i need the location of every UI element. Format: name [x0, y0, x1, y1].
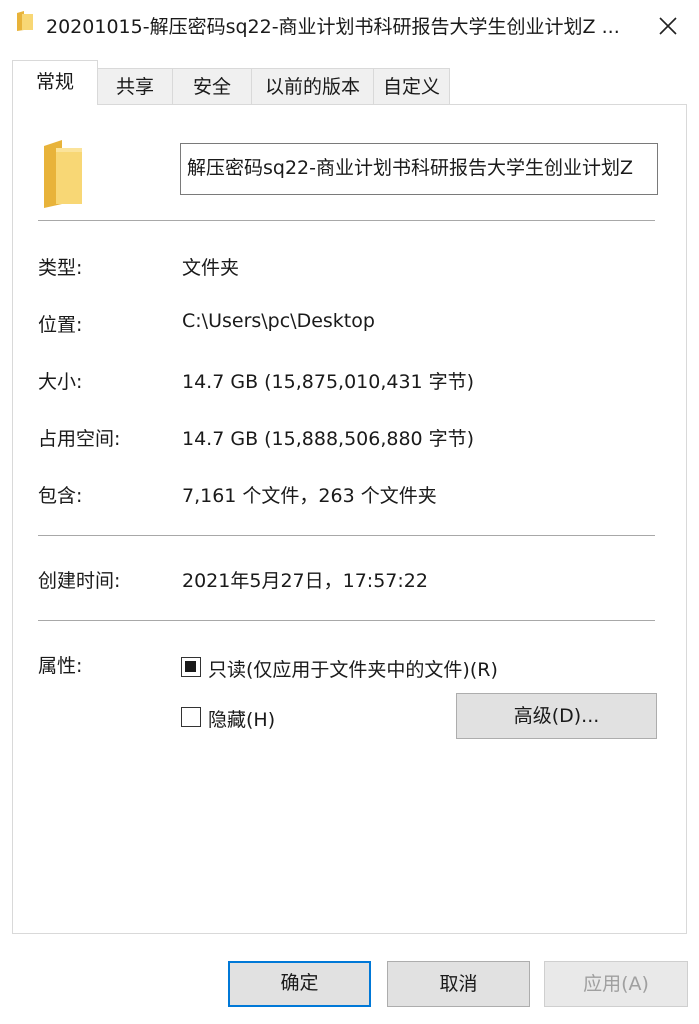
contains-label: 包含: [38, 485, 83, 507]
window-title: 20201015-解压密码sq22-商业计划书科研报告大学生创业计划Z ... [46, 16, 620, 38]
title-bar: 20201015-解压密码sq22-商业计划书科研报告大学生创业计划Z ... [0, 0, 699, 56]
tab-customize[interactable]: 自定义 [373, 68, 450, 104]
size-value: 14.7 GB (15,875,010,431 字节) [182, 371, 475, 393]
contains-value: 7,161 个文件，263 个文件夹 [182, 485, 437, 507]
size-on-disk-label: 占用空间: [38, 428, 121, 450]
type-label: 类型: [38, 257, 83, 279]
advanced-button[interactable]: 高级(D)... [456, 693, 657, 739]
hidden-checkbox-label[interactable]: 隐藏(H) [208, 705, 275, 732]
ok-button[interactable]: 确定 [228, 961, 371, 1007]
readonly-checkbox[interactable] [181, 657, 201, 677]
divider [38, 535, 655, 536]
apply-button[interactable]: 应用(A) [544, 961, 688, 1007]
size-on-disk-value: 14.7 GB (15,888,506,880 字节) [182, 428, 475, 450]
tab-general[interactable]: 常规 [12, 60, 98, 105]
folder-name-input[interactable]: 解压密码sq22-商业计划书科研报告大学生创业计划Z [180, 143, 658, 195]
cancel-button[interactable]: 取消 [387, 961, 530, 1007]
close-button[interactable] [642, 4, 694, 48]
large-folder-icon [40, 138, 86, 210]
hidden-checkbox[interactable] [181, 707, 201, 727]
folder-icon [16, 10, 34, 32]
created-label: 创建时间: [38, 570, 121, 592]
general-panel [12, 104, 687, 934]
location-value: C:\Users\pc\Desktop [182, 310, 375, 332]
tab-sharing[interactable]: 共享 [97, 68, 173, 104]
tab-previous-versions[interactable]: 以前的版本 [251, 68, 374, 104]
created-value: 2021年5月27日，17:57:22 [182, 570, 428, 592]
type-value: 文件夹 [182, 257, 240, 279]
attributes-label: 属性: [38, 655, 83, 677]
readonly-checkbox-label[interactable]: 只读(仅应用于文件夹中的文件)(R) [208, 655, 498, 682]
size-label: 大小: [38, 371, 83, 393]
divider [38, 620, 655, 621]
divider [38, 220, 655, 221]
tab-security[interactable]: 安全 [172, 68, 252, 104]
close-icon [659, 17, 677, 35]
location-label: 位置: [38, 314, 83, 336]
